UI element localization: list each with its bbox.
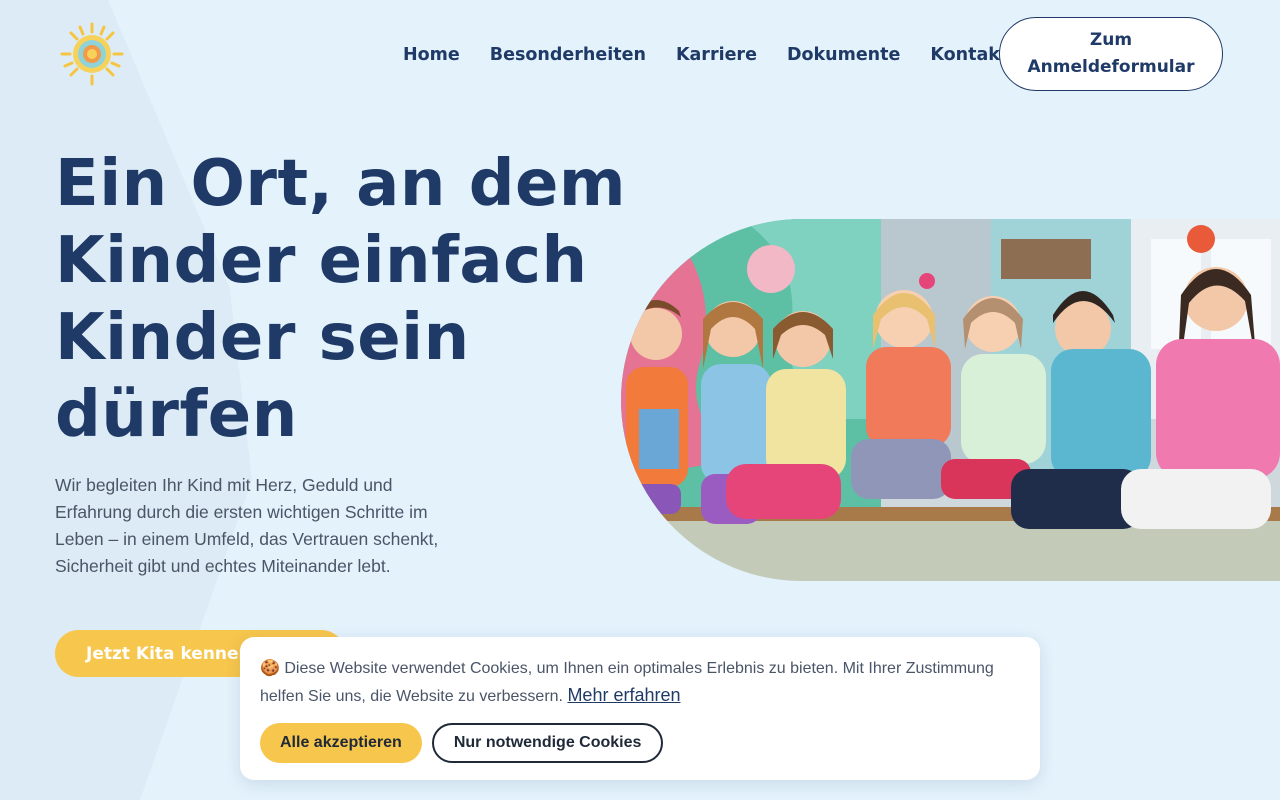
registration-form-button[interactable]: Zum Anmeldeformular bbox=[999, 17, 1223, 91]
hero-title: Ein Ort, an dem Kinder einfach Kinder se… bbox=[55, 147, 627, 452]
sun-logo-icon[interactable] bbox=[60, 22, 124, 86]
cookie-icon: 🍪 bbox=[260, 660, 280, 677]
cookie-message: 🍪 Diese Website verwendet Cookies, um Ih… bbox=[260, 655, 1020, 710]
nav-besonderheiten[interactable]: Besonderheiten bbox=[490, 40, 646, 70]
main-nav: Home Besonderheiten Karriere Dokumente K… bbox=[403, 40, 1008, 70]
more-info-link[interactable]: Mehr erfahren bbox=[567, 685, 680, 705]
nav-karriere[interactable]: Karriere bbox=[676, 40, 757, 70]
children-photo bbox=[621, 219, 1280, 581]
cookie-buttons: Alle akzeptieren Nur notwendige Cookies bbox=[260, 723, 1020, 763]
accept-all-button[interactable]: Alle akzeptieren bbox=[260, 723, 422, 763]
nav-dokumente[interactable]: Dokumente bbox=[787, 40, 900, 70]
nav-kontakt[interactable]: Kontakt bbox=[930, 40, 1008, 70]
nav-home[interactable]: Home bbox=[403, 40, 460, 70]
hero-description: Wir begleiten Ihr Kind mit Herz, Geduld … bbox=[55, 475, 439, 576]
necessary-cookies-button[interactable]: Nur notwendige Cookies bbox=[431, 723, 664, 763]
cookie-banner: 🍪 Diese Website verwendet Cookies, um Ih… bbox=[240, 637, 1040, 780]
